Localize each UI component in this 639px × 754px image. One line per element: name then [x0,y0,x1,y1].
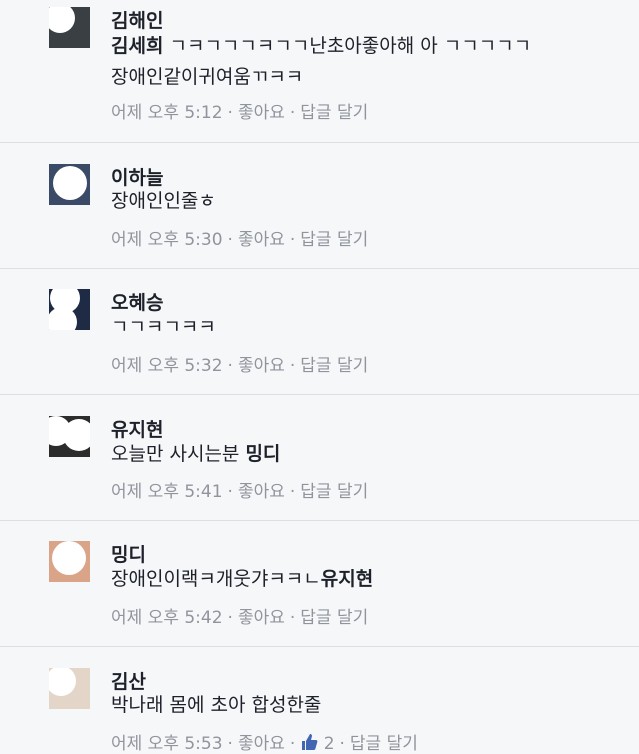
avatar[interactable] [49,416,90,457]
commenter-name[interactable]: 밍디 [111,540,146,567]
like-button[interactable]: 좋아요 [238,351,285,376]
comment-meta: 어제 오후 5:53 · 좋아요 · 2 · 답글 달기 [111,729,418,754]
avatar[interactable] [49,289,90,330]
avatar[interactable] [49,7,90,48]
comment-text: ㄱㄱㅋㄱㅋㅋ [111,316,216,338]
like-button[interactable]: 좋아요 [238,477,285,502]
comment-meta: 어제 오후 5:41 · 좋아요 · 답글 달기 [111,477,368,502]
reply-button[interactable]: 답글 달기 [300,98,368,123]
comment-text: 장애인이랙ㅋ개웃갸ㅋㅋㄴ유지현 [111,568,374,590]
thumbs-up-icon [302,734,318,750]
comment-meta: 어제 오후 5:32 · 좋아요 · 답글 달기 [111,351,368,376]
reply-button[interactable]: 답글 달기 [300,351,368,376]
comment-item: 밍디 장애인이랙ㅋ개웃갸ㅋㅋㄴ유지현 어제 오후 5:42 · 좋아요 · 답글 달기 [0,521,639,647]
reply-button[interactable]: 답글 달기 [350,729,418,754]
comment-item: 오혜승 ㄱㄱㅋㄱㅋㅋ 어제 오후 5:32 · 좋아요 · 답글 달기 [0,269,639,395]
comment-text: 박나래 몸에 초아 합성한줄 [111,694,322,716]
avatar[interactable] [49,541,90,582]
tagged-user[interactable]: 밍디 [245,443,280,465]
comment-item: 이하늘 장애인인줄ㅎ 어제 오후 5:30 · 좋아요 · 답글 달기 [0,143,639,269]
comment-text: 김세희 ㄱㅋㄱㄱㄱㅋㄱㄱ난초아좋아해 아 ㄱㄱㄱㄱㄱ 장애인같이귀여움ㄲㅋㅋ [111,35,532,88]
timestamp: 어제 오후 5:30 [111,230,223,250]
reply-button[interactable]: 답글 달기 [300,225,368,250]
comment-item: 김해인 김세희 ㄱㅋㄱㄱㄱㅋㄱㄱ난초아좋아해 아 ㄱㄱㄱㄱㄱ 장애인같이귀여움ㄲ… [0,0,639,143]
like-button[interactable]: 좋아요 [238,603,285,628]
like-count[interactable]: 2 [300,733,335,754]
timestamp: 어제 오후 5:41 [111,482,223,502]
avatar[interactable] [49,164,90,205]
comment-item: 김산 박나래 몸에 초아 합성한줄 어제 오후 5:53 · 좋아요 · 2 · 답글 달… [0,647,639,754]
tagged-user[interactable]: 유지현 [321,568,373,590]
commenter-name[interactable]: 김해인 [111,6,163,33]
commenter-name[interactable]: 오혜승 [111,288,163,315]
comment-meta: 어제 오후 5:42 · 좋아요 · 답글 달기 [111,603,368,628]
comment-item: 유지현 오늘만 사시는분 밍디 어제 오후 5:41 · 좋아요 · 답글 달기 [0,395,639,521]
timestamp: 어제 오후 5:32 [111,356,223,376]
avatar[interactable] [49,668,90,709]
comment-meta: 어제 오후 5:30 · 좋아요 · 답글 달기 [111,225,368,250]
tagged-user[interactable]: 김세희 [111,35,163,57]
timestamp: 어제 오후 5:42 [111,608,223,628]
timestamp: 어제 오후 5:12 [111,103,223,123]
timestamp: 어제 오후 5:53 [111,734,223,754]
comment-text: 오늘만 사시는분 밍디 [111,443,281,465]
commenter-name[interactable]: 유지현 [111,415,163,442]
like-button[interactable]: 좋아요 [238,225,285,250]
reply-button[interactable]: 답글 달기 [300,603,368,628]
like-button[interactable]: 좋아요 [238,98,285,123]
comment-text: 장애인인줄ㅎ [111,190,216,212]
like-button[interactable]: 좋아요 [238,729,285,754]
reply-button[interactable]: 답글 달기 [300,477,368,502]
comment-meta: 어제 오후 5:12 · 좋아요 · 답글 달기 [111,98,368,123]
